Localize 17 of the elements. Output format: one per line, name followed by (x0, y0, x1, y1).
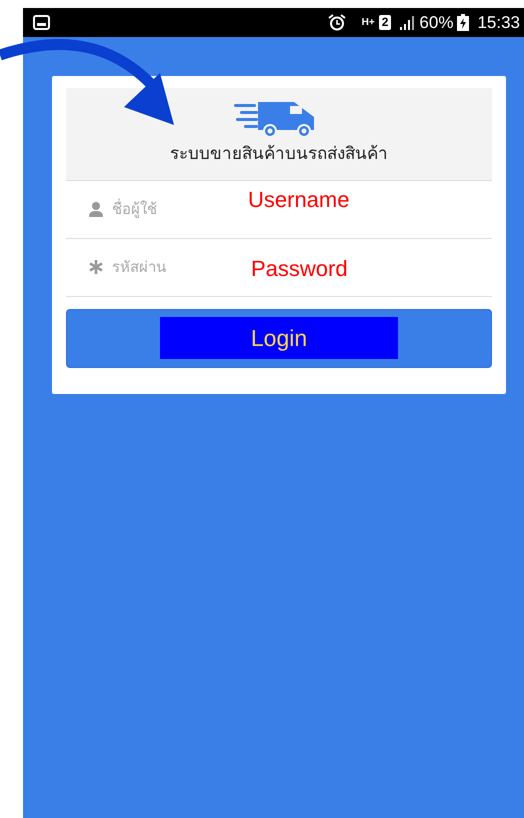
app-title: ระบบขายสินค้าบนรถส่งสินค้า (170, 143, 388, 166)
asterisk-icon (88, 259, 104, 275)
image-icon (33, 15, 50, 30)
annotation-label: Password (251, 258, 348, 280)
password-field[interactable]: รหัสผ่าน (110, 254, 210, 280)
login-button[interactable]: Login (66, 308, 492, 368)
annotation-label: Username (248, 189, 350, 211)
sim-badge: 2 (378, 15, 392, 30)
battery-level: 60% (419, 12, 454, 34)
signal-icon (399, 16, 416, 30)
network-indicator: H+ (362, 16, 375, 30)
battery-charging-icon (457, 14, 470, 31)
username-field[interactable]: ชื่อผู้ใช้ (110, 196, 210, 222)
user-icon (88, 201, 104, 217)
clock-time: 15:33 (477, 12, 520, 34)
alarm-icon (328, 14, 346, 31)
login-label-highlight: Login (160, 317, 398, 359)
